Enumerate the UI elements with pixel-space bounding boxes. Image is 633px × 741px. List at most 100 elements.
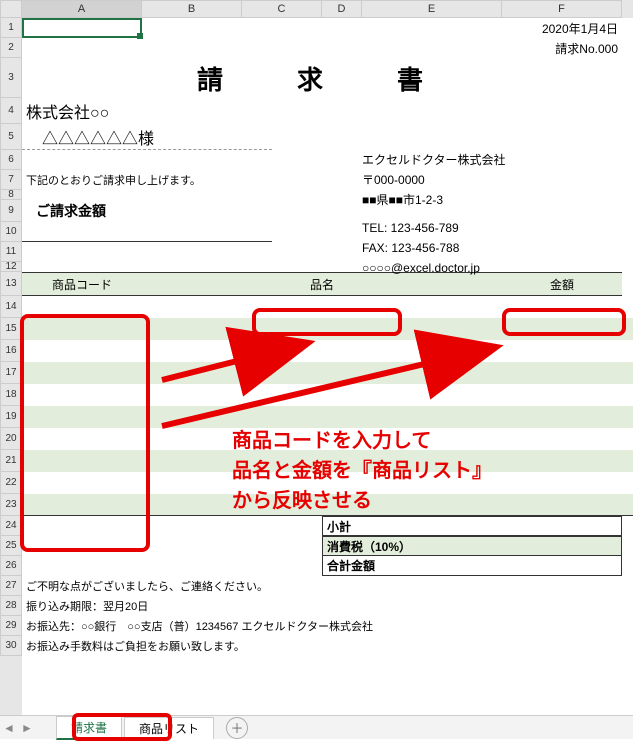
subtotal-label[interactable]: 小計 bbox=[322, 516, 502, 536]
amount-cell[interactable] bbox=[502, 494, 622, 515]
row-header[interactable]: 5 bbox=[0, 124, 22, 150]
sender-email[interactable]: ○○○○@excel.doctor.jp bbox=[362, 258, 506, 278]
client-person[interactable]: △△△△△△様 bbox=[22, 124, 242, 149]
cell[interactable] bbox=[22, 556, 322, 576]
col-header-F[interactable]: F bbox=[502, 0, 622, 18]
row-header[interactable]: 26 bbox=[0, 556, 22, 576]
row-header[interactable]: 9 bbox=[0, 200, 22, 222]
grand-total-label[interactable]: 合計金額 bbox=[322, 556, 502, 576]
amount-cell[interactable] bbox=[502, 362, 622, 384]
row-header[interactable]: 2 bbox=[0, 38, 22, 58]
name-cell[interactable] bbox=[142, 450, 502, 472]
invoice-date[interactable]: 2020年1月4日 bbox=[502, 18, 622, 38]
name-cell[interactable] bbox=[142, 494, 502, 515]
code-cell[interactable] bbox=[22, 340, 142, 362]
amount-cell[interactable] bbox=[502, 450, 622, 472]
grand-total-value[interactable] bbox=[502, 556, 622, 576]
add-sheet-button[interactable]: ＋ bbox=[226, 717, 248, 739]
row-header[interactable]: 6 bbox=[0, 150, 22, 170]
intro-text[interactable]: 下記のとおりご請求申し上げます。 bbox=[22, 170, 322, 190]
cell[interactable] bbox=[362, 18, 502, 38]
cell[interactable] bbox=[22, 18, 142, 38]
sender-tel[interactable]: TEL: 123-456-789 bbox=[362, 218, 506, 238]
row-header[interactable]: 7 bbox=[0, 170, 22, 190]
cell[interactable] bbox=[142, 18, 242, 38]
row-header[interactable]: 4 bbox=[0, 98, 22, 124]
cell[interactable] bbox=[22, 38, 142, 58]
row-header[interactable]: 8 bbox=[0, 190, 22, 200]
sender-fax[interactable]: FAX: 123-456-788 bbox=[362, 238, 506, 258]
cell[interactable] bbox=[322, 38, 362, 58]
row-header[interactable]: 29 bbox=[0, 616, 22, 636]
row-header[interactable]: 24 bbox=[0, 516, 22, 536]
row-header[interactable]: 30 bbox=[0, 636, 22, 656]
code-cell[interactable] bbox=[22, 318, 142, 340]
row-header[interactable]: 22 bbox=[0, 472, 22, 494]
name-cell[interactable] bbox=[142, 362, 502, 384]
sheet-tab-active[interactable]: 請求書 bbox=[56, 716, 122, 740]
name-cell[interactable] bbox=[142, 406, 502, 428]
amount-cell[interactable] bbox=[502, 406, 622, 428]
client-company[interactable]: 株式会社○○ bbox=[22, 98, 242, 124]
col-header-E[interactable]: E bbox=[362, 0, 502, 18]
name-cell[interactable] bbox=[142, 472, 502, 494]
code-cell[interactable] bbox=[22, 494, 142, 515]
tax-label[interactable]: 消費税（10%） bbox=[322, 536, 502, 556]
note-line[interactable]: 振り込み期限：翌月20日 bbox=[22, 596, 622, 616]
tax-value[interactable] bbox=[502, 536, 622, 556]
invoice-number[interactable]: 請求No.000 bbox=[502, 38, 622, 58]
code-cell[interactable] bbox=[22, 406, 142, 428]
row-header[interactable]: 23 bbox=[0, 494, 22, 516]
tab-nav-prev-icon[interactable]: ◄ bbox=[0, 717, 18, 739]
select-all-corner[interactable] bbox=[0, 0, 22, 18]
row-header[interactable]: 12 bbox=[0, 262, 22, 272]
row-header[interactable]: 13 bbox=[0, 272, 22, 296]
row-header[interactable]: 3 bbox=[0, 58, 22, 98]
row-header[interactable]: 28 bbox=[0, 596, 22, 616]
col-header-A[interactable]: A bbox=[22, 0, 142, 18]
amount-label[interactable]: ご請求金額 bbox=[22, 200, 242, 222]
row-header[interactable]: 27 bbox=[0, 576, 22, 596]
name-cell[interactable] bbox=[142, 384, 502, 406]
code-cell[interactable] bbox=[22, 428, 142, 450]
col-header-B[interactable]: B bbox=[142, 0, 242, 18]
name-cell[interactable] bbox=[142, 318, 502, 340]
sender-company[interactable]: エクセルドクター株式会社 bbox=[362, 150, 506, 170]
row-header[interactable]: 1 bbox=[0, 18, 22, 38]
col-header-C[interactable]: C bbox=[242, 0, 322, 18]
code-cell[interactable] bbox=[22, 384, 142, 406]
cell[interactable] bbox=[242, 18, 322, 38]
sender-address[interactable]: ■■県■■市1-2-3 bbox=[362, 190, 506, 210]
row-header[interactable]: 25 bbox=[0, 536, 22, 556]
table-header-code[interactable]: 商品コード bbox=[22, 272, 142, 296]
sender-postal[interactable]: 〒000-0000 bbox=[362, 170, 506, 190]
code-cell[interactable] bbox=[22, 362, 142, 384]
note-line[interactable]: お振込先：○○銀行 ○○支店（普）1234567 エクセルドクター株式会社 bbox=[22, 616, 622, 636]
cell[interactable] bbox=[322, 18, 362, 38]
sheet-tab-other[interactable]: 商品リスト bbox=[124, 717, 214, 739]
cell-grid[interactable]: 2020年1月4日 請求No.000 請 求 書 株式会社○○ △△△△△△様 … bbox=[22, 18, 633, 715]
cell[interactable] bbox=[362, 38, 502, 58]
row-header[interactable]: 15 bbox=[0, 318, 22, 340]
amount-cell[interactable] bbox=[502, 318, 622, 340]
note-line[interactable]: ご不明な点がございましたら、ご連絡ください。 bbox=[22, 576, 622, 596]
row-header[interactable]: 16 bbox=[0, 340, 22, 362]
subtotal-value[interactable] bbox=[502, 516, 622, 536]
name-cell[interactable] bbox=[142, 296, 502, 318]
row-header[interactable]: 18 bbox=[0, 384, 22, 406]
code-cell[interactable] bbox=[22, 450, 142, 472]
row-header[interactable]: 17 bbox=[0, 362, 22, 384]
cell[interactable] bbox=[242, 38, 322, 58]
amount-cell[interactable] bbox=[502, 472, 622, 494]
table-header-amount[interactable]: 金額 bbox=[502, 272, 622, 296]
amount-cell[interactable] bbox=[502, 428, 622, 450]
name-cell[interactable] bbox=[142, 428, 502, 450]
document-title[interactable]: 請 求 書 bbox=[22, 58, 622, 98]
code-cell[interactable] bbox=[22, 472, 142, 494]
cell[interactable] bbox=[22, 536, 322, 556]
row-header[interactable]: 10 bbox=[0, 222, 22, 242]
row-header[interactable]: 14 bbox=[0, 296, 22, 318]
amount-cell[interactable] bbox=[502, 296, 622, 318]
row-header[interactable]: 19 bbox=[0, 406, 22, 428]
row-header[interactable]: 20 bbox=[0, 428, 22, 450]
